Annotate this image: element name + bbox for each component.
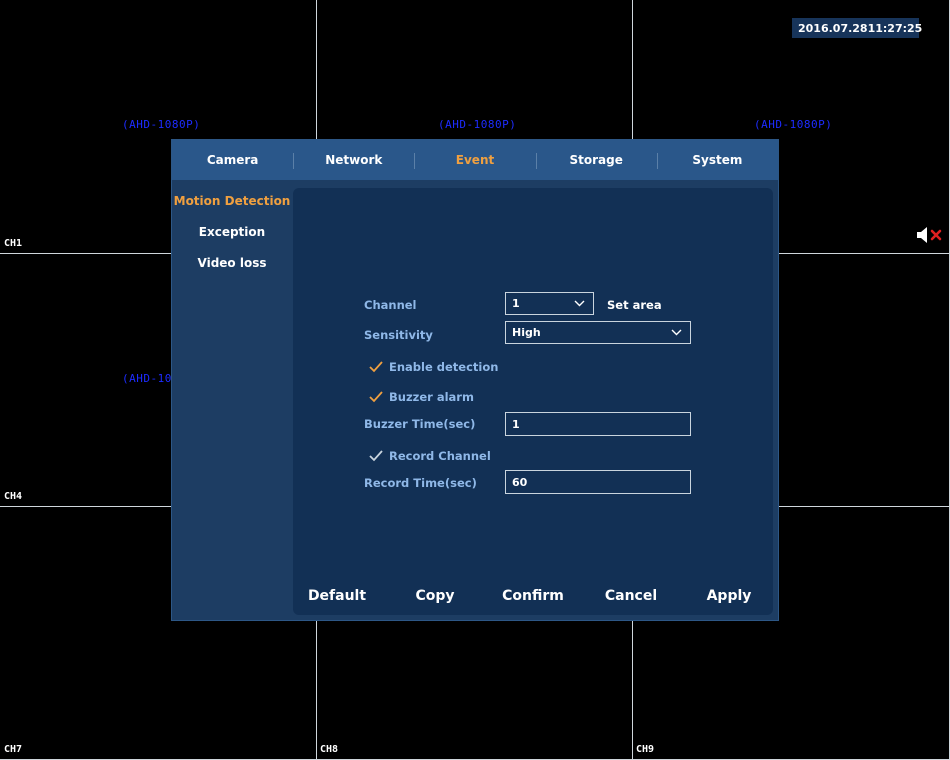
motion-detection-panel: Channel 1 Set area Sensitivity High Enab… <box>293 188 773 615</box>
copy-button[interactable]: Copy <box>395 588 475 604</box>
enable-detection-label: Enable detection <box>389 360 499 374</box>
event-sidebar: Motion Detection Exception Video loss <box>172 185 292 278</box>
channel-label-ch8: CH8 <box>320 744 339 755</box>
buzzer-alarm-checkbox[interactable]: Buzzer alarm <box>369 390 474 404</box>
tab-network[interactable]: Network <box>293 140 414 180</box>
set-area-button[interactable]: Set area <box>607 298 662 312</box>
channel-resolution: (AHD-1080P) <box>438 118 517 131</box>
date-text: 2016.07.28 <box>798 21 868 35</box>
record-time-label: Record Time(sec) <box>364 476 477 490</box>
sensitivity-label: Sensitivity <box>364 328 433 342</box>
buzzer-alarm-label: Buzzer alarm <box>389 390 474 404</box>
enable-detection-checkbox[interactable]: Enable detection <box>369 360 498 374</box>
buzzer-time-label: Buzzer Time(sec) <box>364 417 476 431</box>
channel-label-ch1: CH1 <box>4 238 23 249</box>
record-channel-label: Record Channel <box>389 449 491 463</box>
chevron-down-icon <box>574 300 585 307</box>
time-text: 11:27:25 <box>867 21 923 35</box>
sensitivity-select[interactable]: High <box>505 321 691 344</box>
record-time-input[interactable]: 60 <box>505 470 691 494</box>
channel-label-ch9: CH9 <box>636 744 655 755</box>
chevron-down-icon <box>671 329 682 336</box>
channel-label-ch7: CH7 <box>4 744 23 755</box>
buzzer-time-input[interactable]: 1 <box>505 412 691 436</box>
speaker-muted-icon[interactable] <box>916 226 946 244</box>
record-channel-checkbox[interactable]: Record Channel <box>369 449 491 463</box>
date-time-display: 2016.07.28 11:27:25 <box>792 18 922 38</box>
checkmark-icon <box>369 450 383 462</box>
channel-resolution: (AHD-1080P) <box>754 118 833 131</box>
default-button[interactable]: Default <box>297 588 377 604</box>
event-settings-dialog: Camera Network Event Storage System Moti… <box>171 139 779 621</box>
tab-event[interactable]: Event <box>414 140 535 180</box>
settings-tab-bar: Camera Network Event Storage System <box>172 140 778 180</box>
sidebar-item-video-loss[interactable]: Video loss <box>172 247 292 278</box>
apply-button[interactable]: Apply <box>689 588 769 604</box>
sidebar-item-motion-detection[interactable]: Motion Detection <box>172 185 292 216</box>
channel-label: Channel <box>364 298 417 312</box>
channel-value: 1 <box>512 297 520 310</box>
channel-label-ch4: CH4 <box>4 491 23 502</box>
sidebar-item-exception[interactable]: Exception <box>172 216 292 247</box>
channel-resolution: (AHD-1080P) <box>122 118 201 131</box>
checkmark-icon <box>369 361 383 373</box>
confirm-button[interactable]: Confirm <box>493 588 573 604</box>
cancel-button[interactable]: Cancel <box>591 588 671 604</box>
tab-system[interactable]: System <box>656 140 778 180</box>
sensitivity-value: High <box>512 326 541 339</box>
tab-storage[interactable]: Storage <box>535 140 657 180</box>
tab-camera[interactable]: Camera <box>172 140 293 180</box>
channel-select[interactable]: 1 <box>505 292 594 315</box>
checkmark-icon <box>369 391 383 403</box>
